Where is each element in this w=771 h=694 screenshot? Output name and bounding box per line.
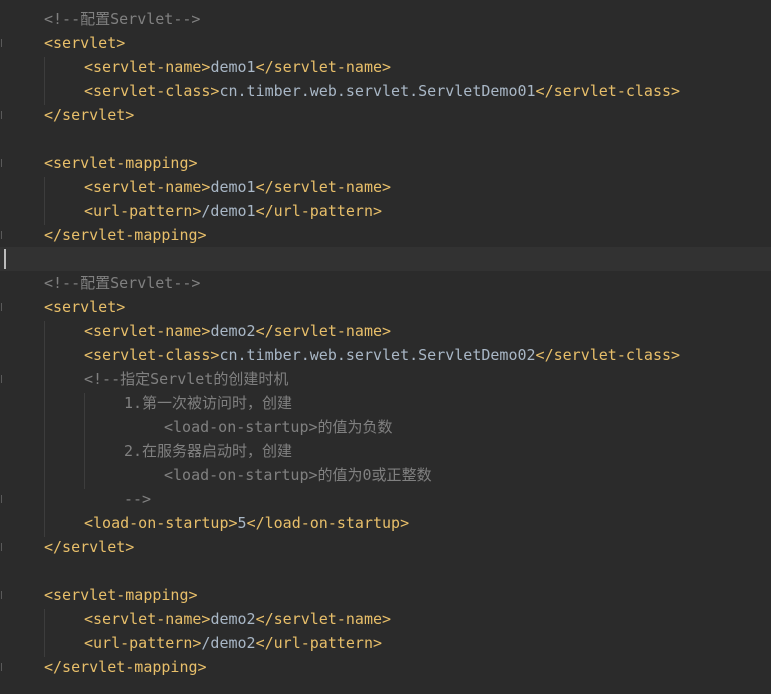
xml-text: /demo1 [201,202,256,220]
xml-comment: <!--指定Servlet的创建时机 [84,370,289,388]
code-line[interactable]: </servlet-mapping> [0,223,771,247]
code-line[interactable]: <servlet-class>cn.timber.web.servlet.Ser… [0,79,771,103]
code-line[interactable]: <load-on-startup>5</load-on-startup> [0,511,771,535]
fold-marker-icon[interactable] [1,303,5,311]
xml-open-tag: <load-on-startup> [84,514,238,532]
code-line[interactable]: <servlet> [0,295,771,319]
code-line[interactable]: 2.在服务器启动时，创建 [0,439,771,463]
code-line[interactable]: <load-on-startup>的值为0或正整数 [0,463,771,487]
code-line[interactable]: <servlet-mapping> [0,151,771,175]
current-line[interactable] [0,247,771,271]
fold-marker-icon[interactable] [1,495,5,503]
code-line[interactable]: <servlet-name>demo2</servlet-name> [0,319,771,343]
code-line[interactable]: </servlet-mapping> [0,655,771,679]
fold-marker-icon[interactable] [1,591,5,599]
xml-open-tag: <servlet-name> [84,322,211,340]
xml-text: demo2 [210,322,256,340]
xml-open-tag: <servlet-name> [84,178,211,196]
code-line[interactable]: <load-on-startup>的值为负数 [0,415,771,439]
xml-text: demo2 [210,610,256,628]
xml-comment: <load-on-startup> [164,418,318,436]
xml-close-tag: </servlet> [44,106,135,124]
xml-text: 5 [237,514,247,532]
xml-close-tag: </servlet-name> [255,58,392,76]
fold-marker-icon[interactable] [1,39,5,47]
xml-comment: --> [124,490,152,508]
xml-open-tag: <servlet-mapping> [44,586,198,604]
xml-text: demo1 [210,178,256,196]
code-editor[interactable]: <!--配置Servlet--> <servlet> <servlet-name… [0,0,771,694]
xml-open-tag: <servlet> [44,298,126,316]
code-line[interactable]: </servlet> [0,535,771,559]
xml-close-tag: </servlet-class> [535,346,681,364]
xml-close-tag: </servlet-mapping> [44,658,207,676]
xml-comment: 的值为0或正整数 [317,466,432,484]
xml-comment: <!--配置Servlet--> [44,274,201,292]
xml-close-tag: </servlet-name> [255,322,392,340]
code-line[interactable]: <!--指定Servlet的创建时机 [0,367,771,391]
xml-close-tag: </url-pattern> [255,202,383,220]
xml-close-tag: </servlet-name> [255,610,392,628]
fold-marker-icon[interactable] [1,543,5,551]
code-line[interactable]: <url-pattern>/demo2</url-pattern> [0,631,771,655]
code-line[interactable]: --> [0,487,771,511]
xml-text: demo1 [210,58,256,76]
code-line[interactable]: 1.第一次被访问时，创建 [0,391,771,415]
code-line[interactable]: </servlet> [0,103,771,127]
code-line[interactable]: <servlet-class>cn.timber.web.servlet.Ser… [0,343,771,367]
fold-marker-icon[interactable] [1,159,5,167]
code-line[interactable]: <servlet-name>demo2</servlet-name> [0,607,771,631]
fold-marker-icon[interactable] [1,663,5,671]
xml-close-tag: </servlet-mapping> [44,226,207,244]
fold-marker-icon[interactable] [1,111,5,119]
xml-open-tag: <servlet-class> [84,346,220,364]
code-line[interactable]: <servlet-name>demo1</servlet-name> [0,175,771,199]
text-caret [4,249,6,269]
xml-open-tag: <servlet-name> [84,610,211,628]
code-line[interactable]: <servlet> [0,31,771,55]
code-line[interactable]: <!--配置Servlet--> [0,7,771,31]
xml-close-tag: </servlet-name> [255,178,392,196]
code-line[interactable]: <url-pattern>/demo1</url-pattern> [0,199,771,223]
xml-open-tag: <servlet> [44,34,126,52]
xml-open-tag: <url-pattern> [84,202,202,220]
xml-comment: 的值为负数 [317,418,393,436]
xml-open-tag: <servlet-mapping> [44,154,198,172]
code-line[interactable]: <!--配置Servlet--> [0,271,771,295]
code-line[interactable]: <servlet-mapping> [0,583,771,607]
xml-close-tag: </load-on-startup> [246,514,410,532]
xml-open-tag: <url-pattern> [84,634,202,652]
xml-text: cn.timber.web.servlet.ServletDemo01 [219,82,536,100]
xml-text: /demo2 [201,634,256,652]
xml-comment: <load-on-startup> [164,466,318,484]
xml-close-tag: </servlet> [44,538,135,556]
xml-open-tag: <servlet-class> [84,82,220,100]
fold-marker-icon[interactable] [1,375,5,383]
xml-close-tag: </url-pattern> [255,634,383,652]
xml-text: cn.timber.web.servlet.ServletDemo02 [219,346,536,364]
xml-comment: 2.在服务器启动时，创建 [124,442,293,460]
code-line[interactable]: <servlet-name>demo1</servlet-name> [0,55,771,79]
xml-comment: <!--配置Servlet--> [44,10,201,28]
xml-open-tag: <servlet-name> [84,58,211,76]
xml-close-tag: </servlet-class> [535,82,681,100]
fold-marker-icon[interactable] [1,231,5,239]
xml-comment: 1.第一次被访问时，创建 [124,394,293,412]
